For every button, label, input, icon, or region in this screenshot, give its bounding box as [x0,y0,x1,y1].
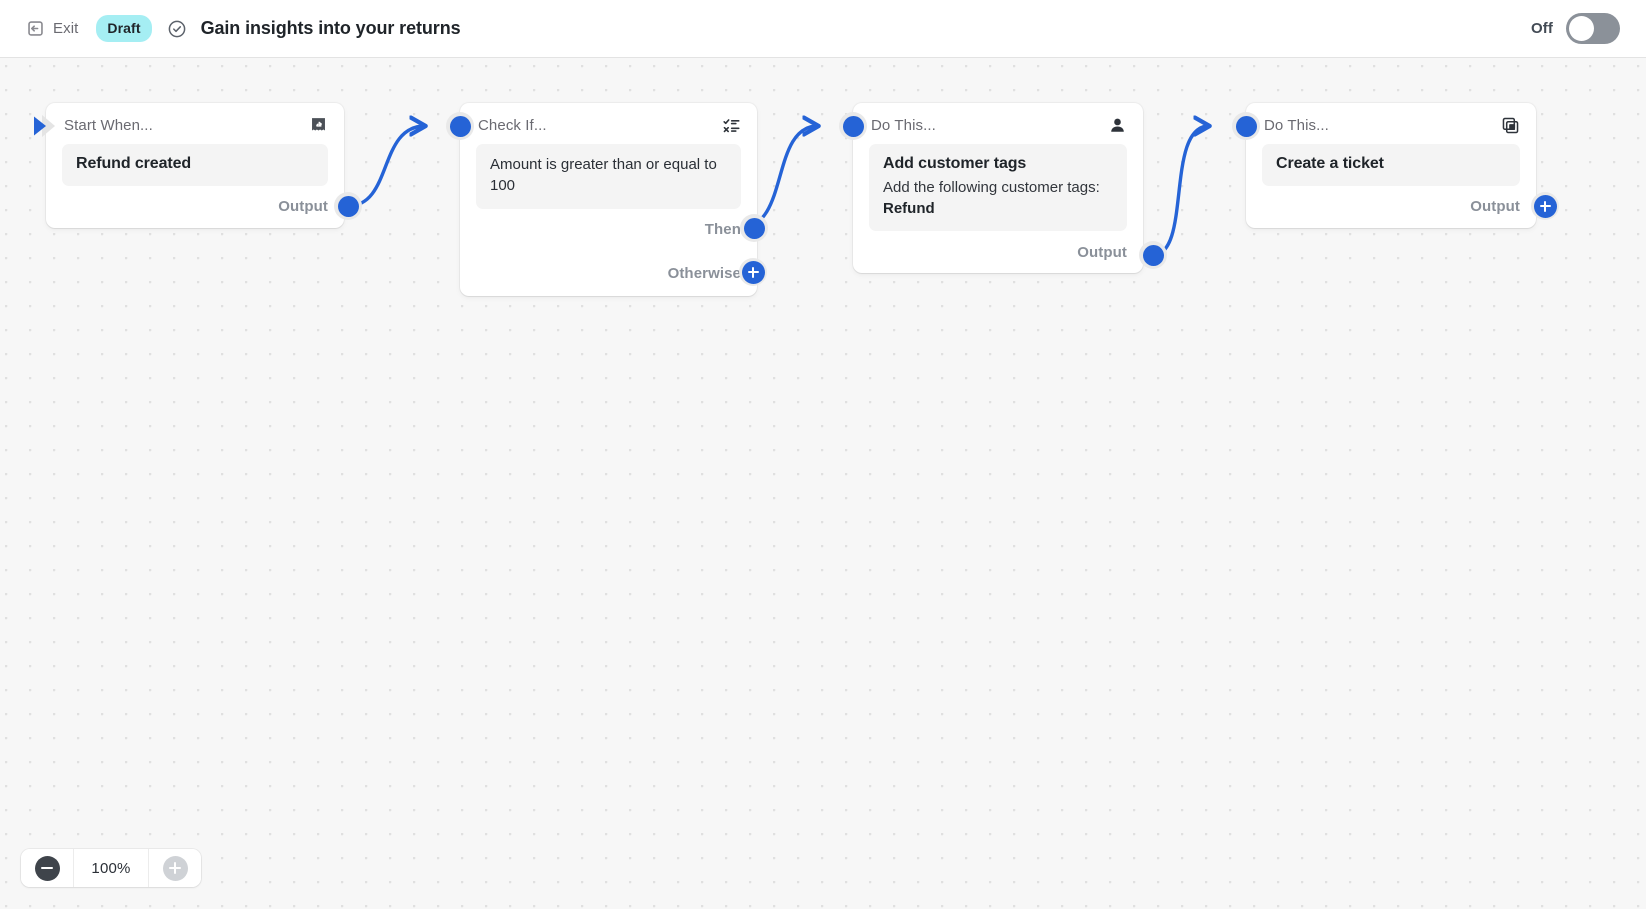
top-bar-left-group: Exit Draft Gain insights into your retur… [0,0,461,57]
port-action-ticket-input[interactable] [1232,112,1260,140]
add-step-icon [741,260,765,284]
page-title: Gain insights into your returns [200,18,461,38]
node-body[interactable]: Add customer tags Add the following cust… [869,144,1127,232]
port-label-output: Output [278,198,328,216]
node-then-row: Then [460,209,757,251]
plus-icon [162,855,188,881]
node-title: Do This... [871,117,936,134]
port-condition-input[interactable] [446,112,474,140]
port-action-tags-input[interactable] [839,112,867,140]
checklist-decision-icon [721,115,742,136]
exit-icon [26,19,45,38]
node-body[interactable]: Amount is greater than or equal to 100 [476,144,741,209]
node-body-title: Refund created [76,155,192,172]
port-action-ticket-output[interactable] [1531,192,1559,220]
minus-icon [34,855,60,881]
exit-button[interactable]: Exit [19,14,85,43]
toggle-knob [1569,16,1594,41]
node-do-this-add-tags[interactable]: Do This... Add customer tags Add the fol… [853,103,1143,274]
zoom-control: 100% [21,849,201,887]
node-title: Start When... [64,117,153,134]
port-label-output: Output [1470,198,1520,216]
activation-toggle-label: Off [1531,20,1553,37]
port-dot-connected [449,115,471,137]
edge-action-tags-to-action-ticket [1151,126,1209,257]
node-output-row: Output [853,231,1143,273]
node-header: Start When... [46,111,344,141]
port-condition-otherwise[interactable] [739,258,767,286]
workflow-start-marker [30,111,60,141]
workflow-canvas[interactable]: Start When... Refund created Output Chec… [0,58,1646,909]
port-label-output: Output [1077,243,1127,261]
port-dot-connected [337,195,359,217]
port-dot-connected [1235,115,1257,137]
top-bar: Exit Draft Gain insights into your retur… [0,0,1646,58]
node-body-title: Create a ticket [1276,155,1384,172]
port-action-tags-output[interactable] [1139,241,1167,269]
receipt-refund-icon [308,115,329,136]
port-condition-then[interactable] [740,214,768,242]
port-dot-connected [743,217,765,239]
edge-trigger-to-condition [346,126,425,208]
node-title: Do This... [1264,117,1329,134]
node-start-when[interactable]: Start When... Refund created Output [46,103,344,228]
node-body-text: Add the following customer tags: [883,178,1100,196]
node-body[interactable]: Refund created [62,144,328,186]
node-body-tag-value: Refund [883,200,935,218]
ticket-copy-icon [1500,115,1521,136]
port-dot-connected [842,115,864,137]
top-bar-right-group: Off [1531,13,1646,44]
customer-person-icon [1107,115,1128,136]
exit-label: Exit [53,20,79,37]
node-output-row: Output [46,186,344,228]
port-label-then: Then [704,221,741,239]
node-header: Check If... [460,111,757,141]
add-step-icon [1533,194,1557,218]
status-badge: Draft [96,15,152,42]
node-header: Do This... [1246,111,1536,141]
port-label-otherwise: Otherwise [667,264,741,282]
node-otherwise-row: Otherwise [460,251,757,296]
zoom-in-button[interactable] [149,849,201,887]
port-dot-connected [1142,244,1164,266]
node-check-if[interactable]: Check If... Amount is greater than or eq… [460,103,757,296]
node-header: Do This... [853,111,1143,141]
node-title: Check If... [478,117,547,134]
node-condition-text: Amount is greater than or equal to 100 [490,156,717,195]
check-circle-icon [167,19,187,39]
node-body-title: Add customer tags [883,155,1027,172]
node-output-row: Output [1246,186,1536,228]
zoom-out-button[interactable] [21,849,73,887]
activation-toggle[interactable] [1566,13,1620,44]
node-do-this-create-ticket[interactable]: Do This... Create a ticket Output [1246,103,1536,228]
zoom-level-value[interactable]: 100% [73,849,149,887]
port-trigger-output[interactable] [334,192,362,220]
node-body[interactable]: Create a ticket [1262,144,1520,186]
